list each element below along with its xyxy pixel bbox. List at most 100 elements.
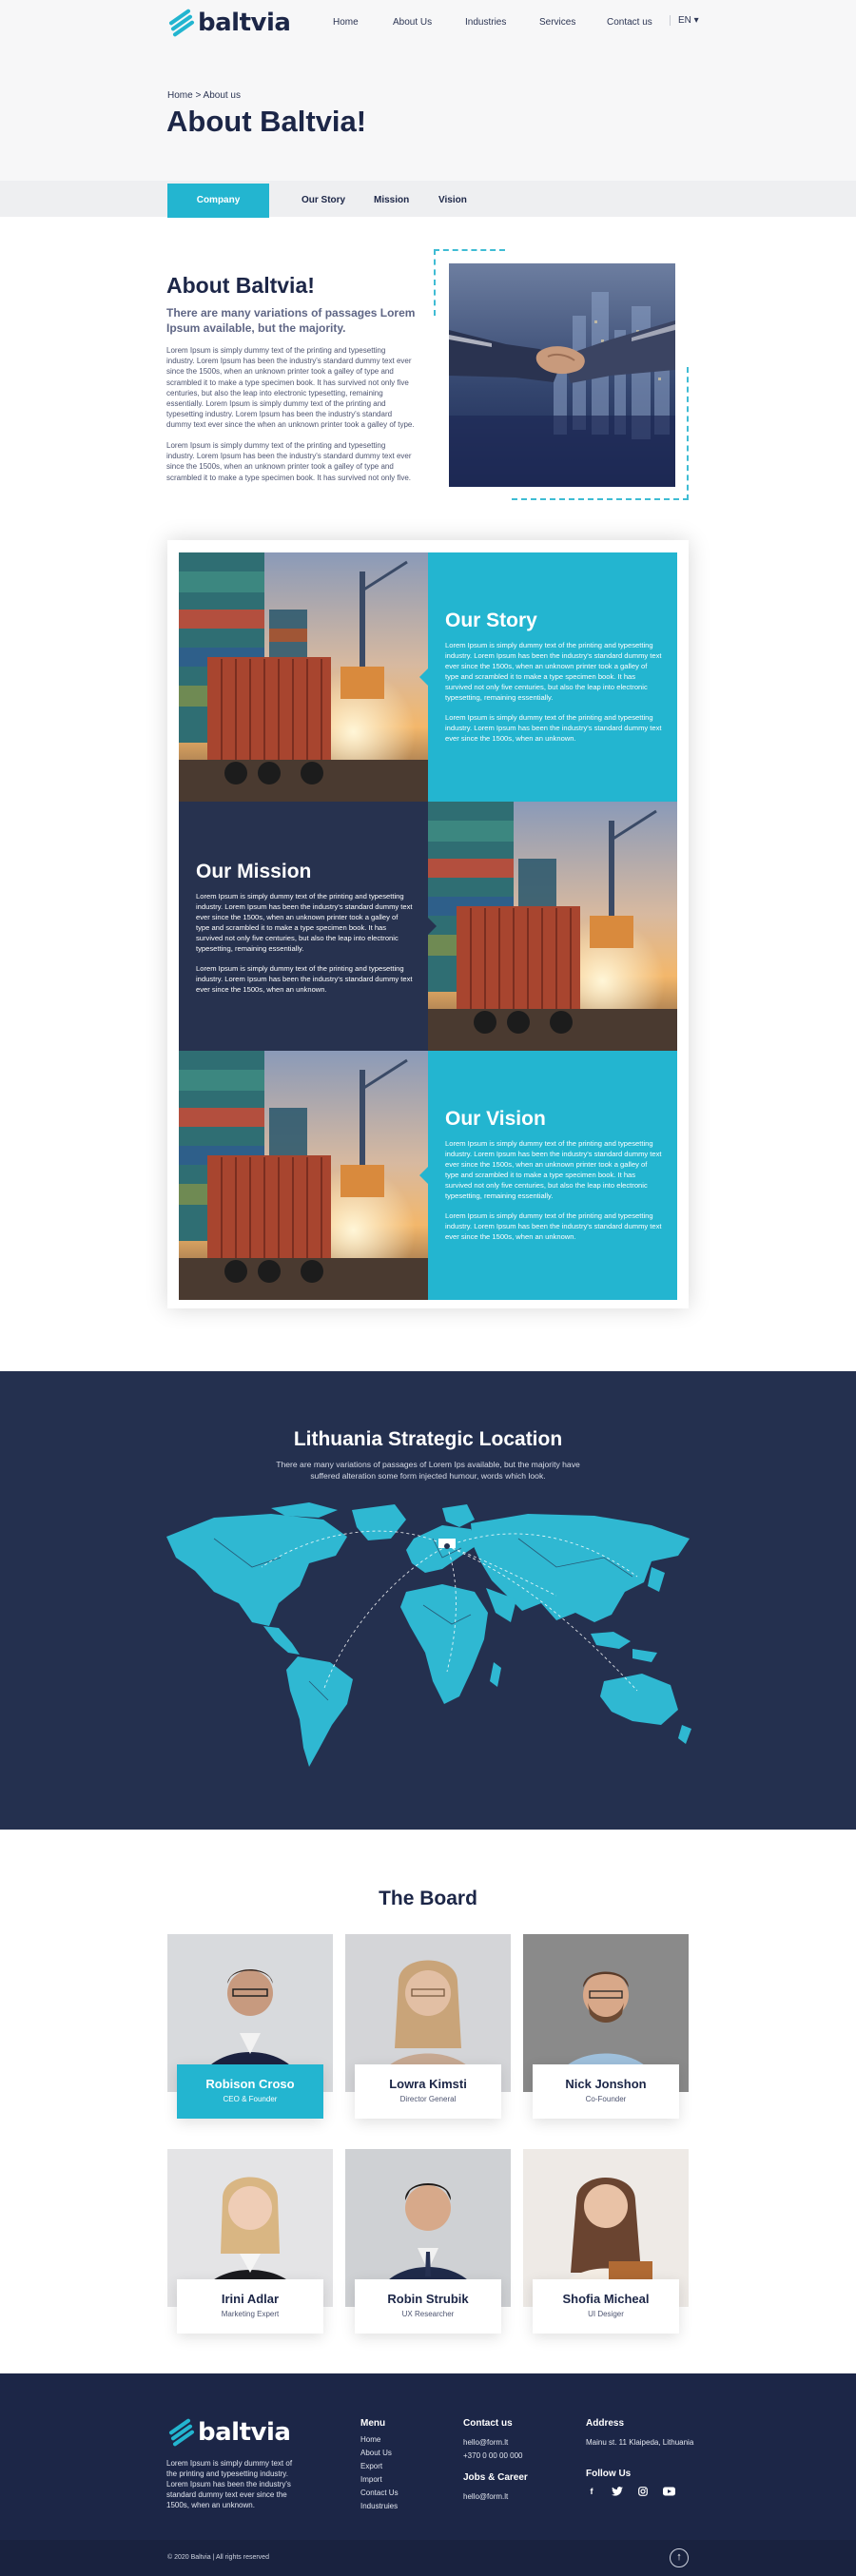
breadcrumb[interactable]: Home > About us [167, 90, 241, 101]
footer-address: Address Mainu st. 11 Klaipeda, Lithuania… [586, 2418, 693, 2496]
member-nameplate: Nick Jonshon Co-Founder [533, 2064, 679, 2119]
footer-bottom-bar [0, 2540, 856, 2576]
nav-home[interactable]: Home [333, 17, 359, 28]
footer-follow-title: Follow Us [586, 2469, 632, 2479]
board-member-card[interactable]: Robin Strubik UX Researcher [345, 2149, 511, 2334]
language-select[interactable]: EN ▾ [670, 15, 699, 26]
world-map [157, 1501, 699, 1772]
our-mission-text-1: Lorem Ipsum is simply dummy text of the … [196, 892, 413, 953]
vision-notch [419, 1167, 428, 1184]
member-role: Director General [399, 2095, 457, 2103]
footer-menu: Menu Home About Us Export Import Contact… [360, 2418, 399, 2513]
tab-company[interactable]: Company [167, 184, 269, 218]
footer-link-import[interactable]: Import [360, 2473, 399, 2487]
our-vision-text-1: Lorem Ipsum is simply dummy text of the … [445, 1139, 662, 1200]
back-to-top-button[interactable]: ↑ [670, 2548, 689, 2567]
our-story-panel: Our Story Lorem Ipsum is simply dummy te… [428, 552, 677, 802]
footer-jobs-email[interactable]: hello@form.lt [463, 2492, 528, 2501]
social-links: f [586, 2487, 693, 2496]
footer-link-home[interactable]: Home [360, 2433, 399, 2447]
about-paragraph-2: Lorem Ipsum is simply dummy text of the … [166, 441, 412, 482]
footer-logo-text: baltvia [198, 2418, 291, 2447]
about-subheading: There are many variations of passages Lo… [166, 306, 416, 335]
our-vision-title: Our Vision [445, 1108, 546, 1130]
footer-logo[interactable]: baltvia [167, 2417, 291, 2448]
member-name: Robin Strubik [387, 2292, 469, 2306]
footer-address-text: Mainu st. 11 Klaipeda, Lithuania [586, 2438, 694, 2447]
youtube-icon[interactable] [663, 2487, 675, 2496]
footer-contact-phone[interactable]: +370 0 00 00 000 [463, 2451, 528, 2460]
member-nameplate: Shofia Micheal UI Desiger [533, 2279, 679, 2334]
tab-bar [0, 181, 856, 217]
tab-our-story[interactable]: Our Story [302, 184, 345, 218]
member-name: Shofia Micheal [562, 2292, 650, 2306]
member-name: Lowra Kimsti [389, 2077, 467, 2091]
about-paragraph-1: Lorem Ipsum is simply dummy text of the … [166, 346, 415, 430]
footer-jobs-title: Jobs & Career [463, 2472, 528, 2483]
board-title: The Board [379, 1888, 477, 1909]
our-mission-panel: Our Mission Lorem Ipsum is simply dummy … [179, 802, 428, 1051]
our-mission-text-2: Lorem Ipsum is simply dummy text of the … [196, 964, 413, 994]
logo-mark-icon [167, 8, 195, 38]
footer-link-industries[interactable]: Industruies [360, 2500, 399, 2513]
our-mission-title: Our Mission [196, 861, 312, 882]
nav-services[interactable]: Services [539, 17, 575, 28]
our-story-title: Our Story [445, 610, 537, 631]
footer-contact-email[interactable]: hello@form.lt [463, 2438, 528, 2447]
member-nameplate: Robin Strubik UX Researcher [355, 2279, 501, 2334]
board-member-card[interactable]: Lowra Kimsti Director General [345, 1934, 511, 2119]
tab-mission[interactable]: Mission [374, 184, 409, 218]
footer-about-text: Lorem Ipsum is simply dummy text of the … [166, 2459, 293, 2509]
logo-mark-icon [167, 2417, 195, 2448]
nav-industries[interactable]: Industries [465, 17, 506, 28]
logo-text: baltvia [198, 9, 291, 37]
our-vision-panel: Our Vision Lorem Ipsum is simply dummy t… [428, 1051, 677, 1300]
member-name: Robison Croso [205, 2077, 295, 2091]
container-truck-image [428, 802, 677, 1051]
container-truck-image [179, 1051, 428, 1300]
copyright: © 2020 Baltvia | All rights reserved [167, 2554, 269, 2561]
facebook-icon[interactable]: f [586, 2487, 597, 2496]
twitter-icon[interactable] [612, 2487, 623, 2496]
member-name: Irini Adlar [221, 2292, 280, 2306]
location-title: Lithuania Strategic Location [293, 1428, 563, 1450]
story-notch [419, 668, 428, 686]
nav-contact-us[interactable]: Contact us [607, 17, 652, 28]
handshake-image [449, 263, 675, 487]
tab-vision[interactable]: Vision [438, 184, 467, 218]
site-logo[interactable]: baltvia [167, 8, 291, 38]
about-heading: About Baltvia! [166, 273, 315, 298]
footer [0, 2373, 856, 2540]
member-role: CEO & Founder [223, 2095, 278, 2103]
member-role: Co-Founder [585, 2095, 627, 2103]
instagram-icon[interactable] [637, 2487, 649, 2496]
member-nameplate: Irini Adlar Marketing Expert [177, 2279, 323, 2334]
our-story-text-2: Lorem Ipsum is simply dummy text of the … [445, 713, 662, 743]
arrow-up-icon: ↑ [676, 2551, 682, 2563]
board-member-card[interactable]: Robison Croso CEO & Founder [167, 1934, 333, 2119]
our-vision-text-2: Lorem Ipsum is simply dummy text of the … [445, 1211, 662, 1241]
board-member-card[interactable]: Irini Adlar Marketing Expert [167, 2149, 333, 2334]
mission-notch [428, 918, 437, 935]
container-truck-image [179, 552, 428, 802]
member-role: Marketing Expert [221, 2310, 280, 2318]
footer-contact: Contact us hello@form.lt +370 0 00 00 00… [463, 2418, 528, 2501]
board-member-card[interactable]: Shofia Micheal UI Desiger [523, 2149, 689, 2334]
footer-link-contact-us[interactable]: Contact Us [360, 2487, 399, 2500]
member-name: Nick Jonshon [565, 2077, 647, 2091]
location-subtitle: There are many variations of passages of… [276, 1460, 580, 1481]
nav-about-us[interactable]: About Us [393, 17, 432, 28]
member-role: UX Researcher [401, 2310, 455, 2318]
our-story-text-1: Lorem Ipsum is simply dummy text of the … [445, 641, 662, 702]
footer-link-export[interactable]: Export [360, 2460, 399, 2473]
board-member-card[interactable]: Nick Jonshon Co-Founder [523, 1934, 689, 2119]
page-title: About Baltvia! [166, 105, 367, 138]
member-nameplate: Robison Croso CEO & Founder [177, 2064, 323, 2119]
footer-address-title: Address [586, 2418, 625, 2429]
footer-menu-title: Menu [360, 2418, 386, 2429]
footer-link-about-us[interactable]: About Us [360, 2447, 399, 2460]
footer-contact-title: Contact us [463, 2418, 513, 2429]
stories-card: Our Story Lorem Ipsum is simply dummy te… [167, 540, 689, 1308]
member-nameplate: Lowra Kimsti Director General [355, 2064, 501, 2119]
member-role: UI Desiger [588, 2310, 624, 2318]
